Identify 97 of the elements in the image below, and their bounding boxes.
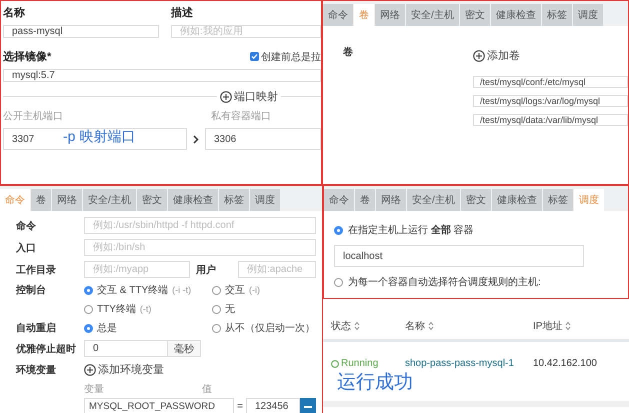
field-label: 描述 [171,6,194,20]
tab[interactable]: 标签 [542,4,572,26]
radio-label: TTY终端 [97,302,136,316]
column-header[interactable]: 状态 [331,319,351,333]
equals-sign: = [236,401,244,412]
radio-label: 从不（仅启动一次） [225,322,315,335]
plus-circle-icon [84,364,96,376]
field-label: 自动重启 [16,321,57,335]
tab[interactable]: 调度 [250,189,280,211]
tab[interactable]: 命令 [324,189,354,211]
volume-input[interactable]: /test/mysql/data:/var/lib/mysql [473,114,628,126]
tab[interactable]: 安全/主机 [83,189,136,211]
ip-cell-text: 10.42.162.100 [533,358,598,369]
image-input[interactable]: mysql:5.7 [3,69,321,82]
sort-icon[interactable] [354,321,360,331]
status-text: Running [341,358,378,369]
command-input[interactable]: 例如:/usr/sbin/httpd -f httpd.conf [84,217,316,234]
tab[interactable]: 密文 [460,4,490,26]
radio-button[interactable] [212,286,221,294]
radio-label: 为每一个容器自动选择符合调度规则的主机: [348,276,541,289]
radio-button[interactable] [334,226,343,234]
radio-button[interactable] [84,324,93,332]
radio-label: 总是 [97,322,117,335]
env-key-input[interactable]: MYSQL_ROOT_PASSWORD [84,398,234,413]
radio-hint: (-i) [249,285,260,295]
field-label: 公开主机端口 [3,110,64,123]
minus-icon [304,406,312,408]
radio-label: 在指定主机上运行 全部 容器 [348,224,474,237]
field-label: 控制台 [16,284,47,297]
plus-circle-icon [220,90,232,102]
column-label: 值 [202,383,212,396]
annotation-text: -p 映射端口 [63,128,136,146]
timeout-input[interactable]: 0 [84,340,168,357]
name-input[interactable]: pass-mysql [3,25,160,38]
add-env-button[interactable]: 添加环境变量 [84,362,164,377]
status-circle-icon [331,360,339,368]
user-input[interactable]: 例如:apache [238,261,316,278]
column-label: 变量 [84,382,105,396]
radio-label: 交互 [225,284,245,297]
tab[interactable]: 健康检查 [168,189,218,211]
field-label: 用户 [196,263,217,276]
tab[interactable]: 健康检查 [490,4,541,26]
column-header[interactable]: 名称 [405,319,425,333]
tab[interactable]: 命令 [0,189,30,211]
sort-icon[interactable] [428,321,434,331]
remove-button[interactable] [300,398,316,413]
chevron-right-icon [193,134,199,144]
tab[interactable]: 标签 [218,189,249,211]
radio-button[interactable] [212,324,221,332]
tab[interactable]: 健康检查 [492,189,542,211]
field-label: 名称 [3,6,26,20]
radio-label: 无 [225,303,235,316]
tab[interactable]: 命令 [323,4,353,26]
tab[interactable]: 密文 [460,189,491,211]
tab[interactable]: 调度 [574,189,604,211]
radio-button[interactable] [84,304,93,314]
port-mapping-button[interactable]: 端口映射 [220,89,278,104]
tab[interactable]: 网络 [376,189,406,211]
env-value-input[interactable]: 123456 [246,398,300,413]
add-volume-button[interactable]: 添加卷 [473,48,628,63]
tab[interactable]: 网络 [375,4,405,26]
plus-circle-icon [473,50,485,62]
checkbox-label: 创建前总是拉 [261,50,321,64]
field-label: 私有容器端口 [211,110,271,123]
section-label: 卷 [343,47,353,58]
field-label: 优雅停止超时 [16,342,77,356]
workdir-input[interactable]: 例如:/myapp [84,261,190,278]
field-label: 入口 [16,242,37,254]
tab[interactable]: 卷 [31,189,51,211]
radio-label: 交互 & TTY终端 [97,284,168,297]
field-label: 环境变量 [16,363,57,376]
unit-label: 毫秒 [168,340,201,357]
host-input[interactable]: localhost [334,245,584,267]
container-link[interactable]: shop-pass-pass-mysql-1 [405,358,533,369]
radio-button[interactable] [212,304,221,314]
tab[interactable]: 调度 [572,4,603,26]
field-label: 命令 [16,220,37,232]
radio-button[interactable] [84,286,93,294]
volume-input[interactable]: /test/mysql/logs:/var/log/mysql [473,95,628,107]
tab[interactable]: 安全/主机 [406,4,459,26]
private-port-input[interactable]: 3306 [205,128,321,150]
radio-hint: (-t) [140,304,152,314]
tab[interactable]: 安全/主机 [407,189,460,211]
tab[interactable]: 标签 [542,189,573,211]
column-header[interactable]: IP地址 [533,319,562,333]
radio-button[interactable] [334,278,343,286]
radio-hint: (-i -t) [172,285,192,295]
field-label: 工作目录 [16,264,57,276]
volume-input[interactable]: /test/mysql/conf:/etc/mysql [473,76,628,88]
entrypoint-input[interactable]: 例如:/bin/sh [84,239,316,256]
tab[interactable]: 卷 [355,189,375,211]
sort-icon[interactable] [565,321,572,331]
annotation-text: 运行成功 [336,371,414,395]
tab[interactable]: 网络 [52,189,82,211]
checkbox[interactable] [250,52,259,61]
tab[interactable]: 密文 [136,189,167,211]
field-label: 选择镜像* [3,50,52,64]
